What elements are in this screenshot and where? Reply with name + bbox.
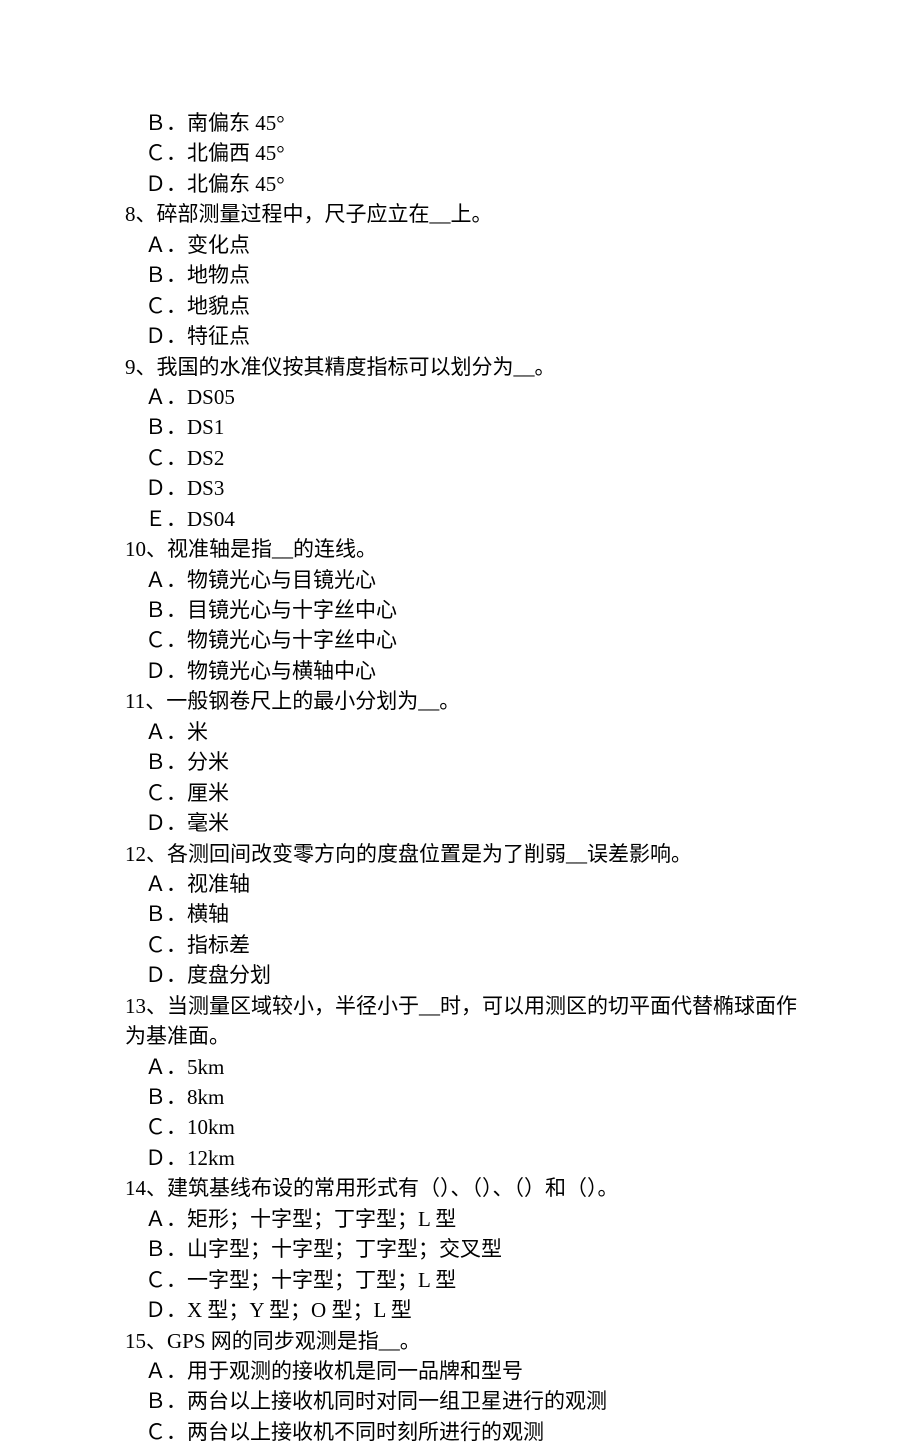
option-text: Ｂ．DS1: [125, 412, 800, 442]
option-text: Ａ．米: [125, 717, 800, 747]
option-text: Ｃ．两台以上接收机不同时刻所进行的观测: [125, 1417, 800, 1447]
question-text: 15、GPS 网的同步观测是指__。: [125, 1326, 800, 1356]
option-text: Ｂ．8km: [125, 1082, 800, 1112]
option-text: Ａ．变化点: [125, 230, 800, 260]
question-text: 12、各测回间改变零方向的度盘位置是为了削弱__误差影响。: [125, 839, 800, 869]
question-text: 13、当测量区域较小，半径小于__时，可以用测区的切平面代替椭球面作为基准面。: [125, 991, 800, 1052]
option-text: Ｄ．DS3: [125, 473, 800, 503]
option-text: Ｂ．地物点: [125, 260, 800, 290]
option-text: Ｃ．物镜光心与十字丝中心: [125, 625, 800, 655]
question-text: 9、我国的水准仪按其精度指标可以划分为__。: [125, 352, 800, 382]
option-text: Ｂ．分米: [125, 747, 800, 777]
option-text: Ｄ．12km: [125, 1143, 800, 1173]
option-text: Ｃ．10km: [125, 1112, 800, 1142]
option-text: Ａ．用于观测的接收机是同一品牌和型号: [125, 1356, 800, 1386]
option-text: Ｅ．DS04: [125, 504, 800, 534]
option-text: Ｄ．度盘分划: [125, 960, 800, 990]
option-text: Ｂ．目镜光心与十字丝中心: [125, 595, 800, 625]
option-text: Ｃ．DS2: [125, 443, 800, 473]
option-text: Ａ．物镜光心与目镜光心: [125, 565, 800, 595]
option-text: Ａ．5km: [125, 1052, 800, 1082]
option-text: Ｂ．横轴: [125, 899, 800, 929]
option-text: Ｃ．北偏西 45°: [125, 138, 800, 168]
option-text: Ｄ．特征点: [125, 321, 800, 351]
option-text: Ｄ．物镜光心与横轴中心: [125, 656, 800, 686]
option-text: Ｂ．南偏东 45°: [125, 108, 800, 138]
option-text: Ｃ．一字型；十字型；丁型；L 型: [125, 1265, 800, 1295]
option-text: Ｃ．指标差: [125, 930, 800, 960]
option-text: Ｂ．两台以上接收机同时对同一组卫星进行的观测: [125, 1386, 800, 1416]
option-text: Ｄ．毫米: [125, 808, 800, 838]
option-text: Ｃ．厘米: [125, 778, 800, 808]
document-body: Ｂ．南偏东 45°Ｃ．北偏西 45°Ｄ．北偏东 45°8、碎部测量过程中，尺子应…: [125, 108, 800, 1447]
option-text: Ｂ．山字型；十字型；丁字型；交叉型: [125, 1234, 800, 1264]
question-text: 8、碎部测量过程中，尺子应立在__上。: [125, 199, 800, 229]
option-text: Ａ．DS05: [125, 382, 800, 412]
question-text: 14、建筑基线布设的常用形式有（）、（）、（）和（）。: [125, 1173, 800, 1203]
option-text: Ｃ．地貌点: [125, 291, 800, 321]
option-text: Ａ．矩形；十字型；丁字型；L 型: [125, 1204, 800, 1234]
question-text: 10、视准轴是指__的连线。: [125, 534, 800, 564]
question-text: 11、一般钢卷尺上的最小分划为__。: [125, 686, 800, 716]
option-text: Ｄ．X 型；Y 型；O 型；L 型: [125, 1295, 800, 1325]
option-text: Ａ．视准轴: [125, 869, 800, 899]
option-text: Ｄ．北偏东 45°: [125, 169, 800, 199]
